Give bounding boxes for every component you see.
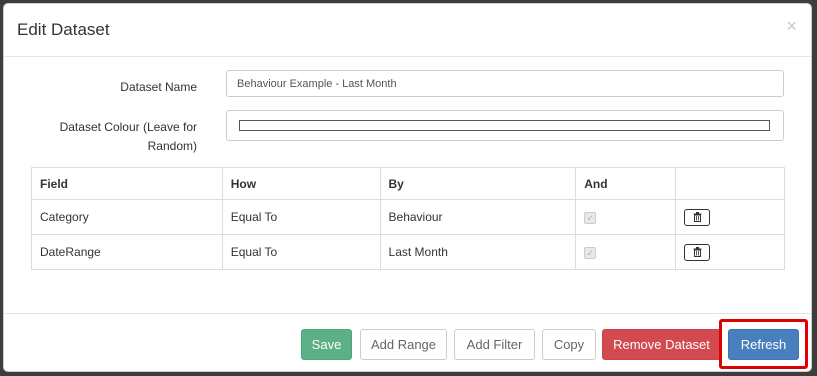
- cell-how: Equal To: [221, 234, 381, 270]
- modal-header: Edit Dataset ×: [4, 4, 811, 57]
- dataset-name-label: Dataset Name: [120, 80, 197, 94]
- cell-actions: [675, 199, 785, 235]
- column-header-actions: [675, 167, 785, 200]
- modal-title: Edit Dataset: [17, 20, 110, 39]
- column-header-field: Field: [31, 167, 223, 200]
- and-checkbox: ✓: [584, 212, 597, 225]
- dataset-colour-label-line1: Dataset Colour (Leave for: [59, 120, 197, 134]
- column-header-how: How: [221, 167, 381, 200]
- cell-by: Behaviour: [379, 199, 577, 235]
- edit-dataset-modal: Edit Dataset × Dataset Name Dataset Colo…: [3, 3, 812, 372]
- remove-dataset-button[interactable]: Remove Dataset: [602, 329, 721, 360]
- trash-icon: [693, 247, 702, 257]
- cell-and: ✓: [575, 234, 677, 270]
- colour-swatch[interactable]: [239, 120, 770, 131]
- table-row: Category Equal To Behaviour ✓: [31, 199, 785, 235]
- delete-row-button[interactable]: [684, 243, 711, 261]
- cell-actions: [675, 234, 785, 270]
- cell-and: ✓: [575, 199, 677, 235]
- dataset-colour-label-line2: Random): [147, 139, 197, 153]
- cell-how: Equal To: [221, 199, 381, 235]
- dataset-colour-input[interactable]: [226, 110, 784, 141]
- cell-field: Category: [31, 199, 223, 235]
- dataset-name-input[interactable]: [226, 70, 784, 97]
- column-header-by: By: [379, 167, 577, 200]
- add-range-button[interactable]: Add Range: [360, 329, 447, 360]
- add-filter-button[interactable]: Add Filter: [454, 329, 535, 360]
- refresh-button[interactable]: Refresh: [728, 329, 799, 360]
- column-header-and: And: [575, 167, 677, 200]
- cell-by: Last Month: [379, 234, 577, 270]
- conditions-table: Field How By And Category Equal To Behav…: [31, 167, 785, 270]
- table-row: DateRange Equal To Last Month ✓: [31, 234, 785, 270]
- modal-footer: Save Add Range Add Filter Copy Remove Da…: [4, 313, 811, 373]
- table-header-row: Field How By And: [31, 167, 785, 200]
- close-icon[interactable]: ×: [786, 17, 797, 35]
- save-button[interactable]: Save: [301, 329, 352, 360]
- delete-row-button[interactable]: [684, 208, 711, 226]
- cell-field: DateRange: [31, 234, 223, 270]
- and-checkbox: ✓: [584, 247, 597, 260]
- copy-button[interactable]: Copy: [542, 329, 596, 360]
- dataset-colour-label: Dataset Colour (Leave for Random): [60, 118, 197, 156]
- trash-icon: [693, 212, 702, 222]
